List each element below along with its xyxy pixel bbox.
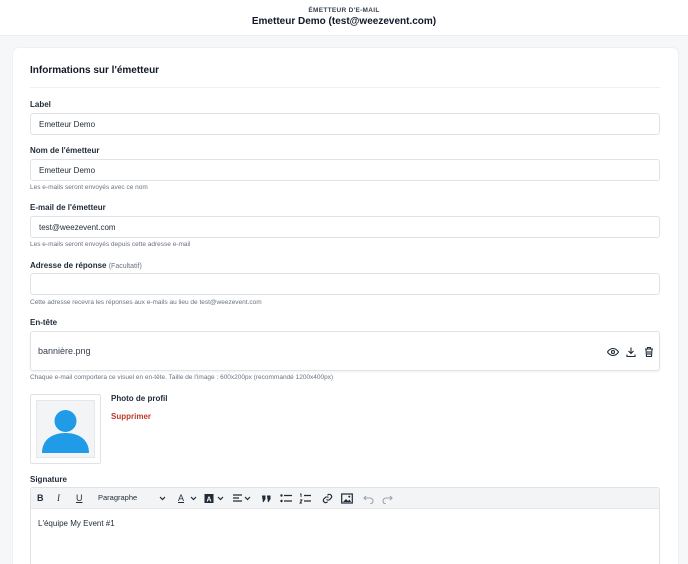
chevron-down-icon[interactable] xyxy=(159,493,166,504)
eye-icon[interactable] xyxy=(606,345,620,357)
sender-email-input[interactable]: test@weezevent.com xyxy=(30,216,660,238)
label-field-label: Label xyxy=(30,100,51,109)
optional-hint: (Facultatif) xyxy=(108,263,142,270)
redo-icon[interactable] xyxy=(382,493,393,504)
header-image-box: bannière.png xyxy=(30,331,660,371)
chevron-down-icon[interactable] xyxy=(190,493,197,504)
header-image-label: En-tête xyxy=(30,318,58,327)
avatar-placeholder xyxy=(36,400,95,458)
reply-to-input[interactable] xyxy=(30,273,660,295)
italic-icon[interactable]: I xyxy=(57,493,60,504)
sender-name-input[interactable]: Emetteur Demo xyxy=(30,159,660,181)
signature-content: L'équipe My Event #1 xyxy=(38,519,115,528)
link-icon[interactable] xyxy=(322,493,333,504)
bullet-list-icon[interactable] xyxy=(280,493,292,504)
profile-photo-label: Photo de profil xyxy=(111,394,168,403)
sender-name-label: Nom de l'émetteur xyxy=(30,146,100,155)
bold-icon[interactable]: B xyxy=(37,493,44,504)
undo-icon[interactable] xyxy=(363,493,374,504)
highlight-icon[interactable]: A xyxy=(204,493,214,504)
delete-photo-button[interactable]: Supprimer xyxy=(111,412,151,421)
font-color-icon[interactable]: A xyxy=(178,493,184,504)
reply-to-help: Cette adresse recevra les réponses aux e… xyxy=(30,299,262,306)
chevron-down-icon[interactable] xyxy=(217,493,224,504)
quote-icon[interactable] xyxy=(261,493,272,504)
page-kicker: ÉMETTEUR D'E-MAIL xyxy=(308,7,380,14)
svg-text:A: A xyxy=(206,496,211,503)
download-icon[interactable] xyxy=(625,345,637,358)
top-header: ÉMETTEUR D'E-MAIL Emetteur Demo (test@we… xyxy=(0,0,688,36)
reply-to-label: Adresse de réponse (Facultatif) xyxy=(30,261,142,270)
sender-info-card: Informations sur l'émetteur Label Emette… xyxy=(13,48,678,564)
header-image-filename: bannière.png xyxy=(38,346,91,356)
reply-to-label-text: Adresse de réponse xyxy=(30,261,107,270)
sender-email-value: test@weezevent.com xyxy=(39,223,116,232)
signature-label: Signature xyxy=(30,475,67,484)
underline-icon[interactable]: U xyxy=(76,493,83,504)
align-icon[interactable] xyxy=(232,493,243,504)
user-icon xyxy=(42,410,89,453)
signature-editor[interactable]: B I U Paragraphe A A L'équipe My Event #… xyxy=(30,487,660,564)
trash-icon[interactable] xyxy=(643,345,655,358)
avatar[interactable] xyxy=(30,394,101,464)
sender-name-value: Emetteur Demo xyxy=(39,166,96,175)
editor-toolbar: B I U Paragraphe A A xyxy=(31,488,659,509)
label-input[interactable]: Emetteur Demo xyxy=(30,113,660,135)
numbered-list-icon[interactable] xyxy=(299,493,311,504)
card-title: Informations sur l'émetteur xyxy=(30,65,160,76)
image-icon[interactable] xyxy=(341,493,353,504)
divider xyxy=(30,87,660,88)
header-image-help: Chaque e-mail comportera ce visuel en en… xyxy=(30,374,334,381)
paragraph-style-select[interactable]: Paragraphe xyxy=(98,493,137,502)
sender-name-help: Les e-mails seront envoyés avec ce nom xyxy=(30,184,148,191)
sender-email-help: Les e-mails seront envoyés depuis cette … xyxy=(30,241,191,248)
chevron-down-icon[interactable] xyxy=(244,493,251,504)
label-input-value: Emetteur Demo xyxy=(39,120,96,129)
page-title: Emetteur Demo (test@weezevent.com) xyxy=(251,16,437,27)
sender-email-label: E-mail de l'émetteur xyxy=(30,203,106,212)
